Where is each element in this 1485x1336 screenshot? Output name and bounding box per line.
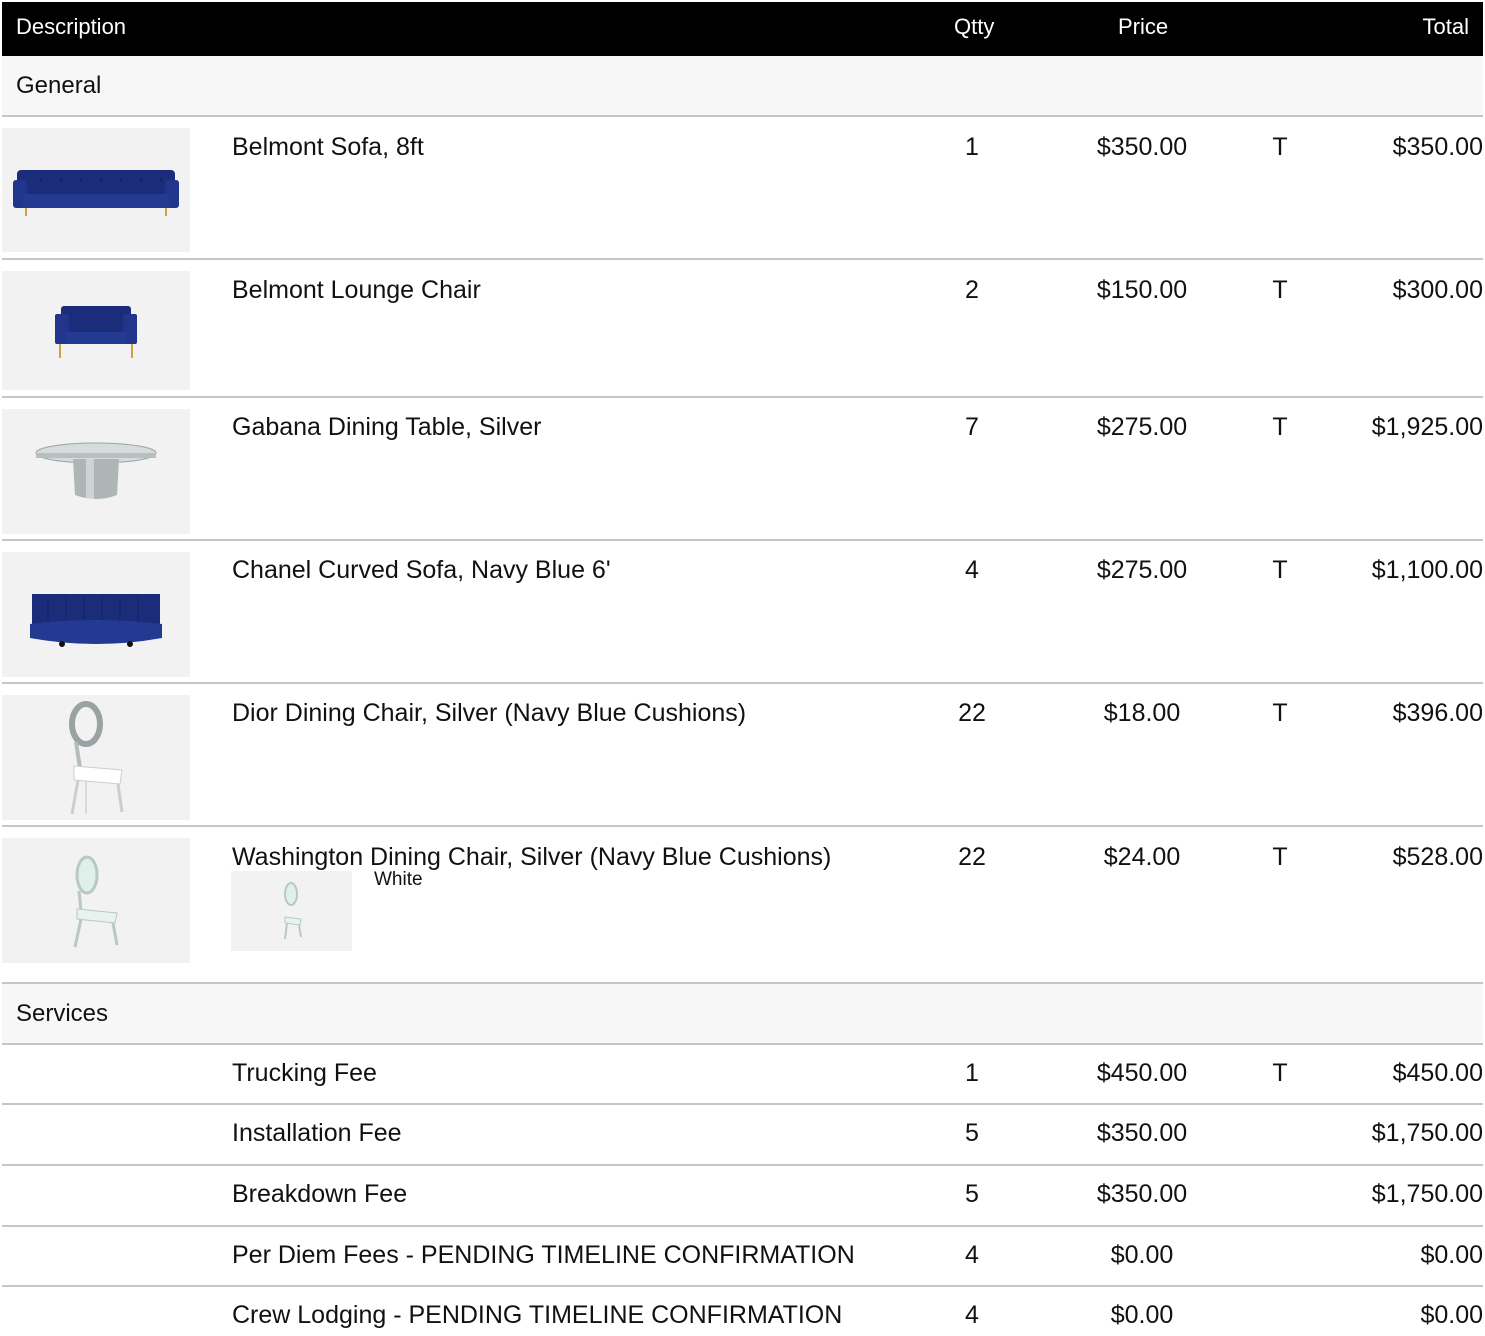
table-row: Trucking Fee 1 $450.00 T $450.00	[2, 1045, 1483, 1105]
item-description: Gabana Dining Table, Silver	[232, 413, 542, 441]
item-total: $1,100.00	[1371, 556, 1483, 584]
item-total: $396.00	[1392, 699, 1483, 727]
item-description: Installation Fee	[232, 1119, 402, 1147]
item-total: $450.00	[1392, 1059, 1483, 1087]
table-row: Crew Lodging - PENDING TIMELINE CONFIRMA…	[2, 1287, 1483, 1336]
item-price: $0.00	[1110, 1301, 1174, 1329]
silver-round-table-icon	[2, 409, 190, 534]
table-row: Belmont Lounge Chair 2 $150.00 T $300.00	[2, 260, 1483, 398]
item-description: Washington Dining Chair, Silver (Navy Bl…	[232, 843, 832, 871]
item-description: Dior Dining Chair, Silver (Navy Blue Cus…	[232, 699, 747, 727]
item-description: Per Diem Fees - PENDING TIMELINE CONFIRM…	[232, 1241, 855, 1269]
item-total: $0.00	[1420, 1241, 1483, 1269]
item-qty: 1	[965, 133, 979, 161]
item-total: $528.00	[1392, 843, 1483, 871]
item-price: $350.00	[1096, 1180, 1188, 1208]
item-price: $275.00	[1096, 556, 1188, 584]
navy-lounge-chair-icon	[2, 271, 190, 390]
item-option: White	[374, 869, 423, 890]
table-row: Gabana Dining Table, Silver 7 $275.00 T …	[2, 398, 1483, 541]
item-qty: 4	[965, 556, 979, 584]
item-tax: T	[1272, 699, 1288, 727]
section-general: General	[2, 56, 1483, 117]
section-title: General	[16, 72, 102, 99]
item-price: $18.00	[1103, 699, 1181, 727]
item-price: $350.00	[1096, 1119, 1188, 1147]
item-total: $350.00	[1392, 133, 1483, 161]
item-description: Belmont Sofa, 8ft	[232, 133, 424, 161]
table-row: Chanel Curved Sofa, Navy Blue 6' 4 $275.…	[2, 541, 1483, 684]
item-price: $150.00	[1096, 276, 1188, 304]
silver-dior-chair-icon	[2, 695, 190, 820]
item-description: Crew Lodging - PENDING TIMELINE CONFIRMA…	[232, 1301, 843, 1329]
item-qty: 2	[965, 276, 979, 304]
header-price: Price	[1118, 14, 1169, 39]
table-row: Dior Dining Chair, Silver (Navy Blue Cus…	[2, 684, 1483, 827]
item-description: Breakdown Fee	[232, 1180, 408, 1208]
navy-tufted-sofa-icon	[2, 128, 190, 252]
item-description: Trucking Fee	[232, 1059, 377, 1087]
item-tax: T	[1272, 843, 1288, 871]
silver-washington-chair-icon	[2, 838, 190, 963]
table-row: Washington Dining Chair, Silver (Navy Bl…	[2, 827, 1483, 984]
table-row: Per Diem Fees - PENDING TIMELINE CONFIRM…	[2, 1227, 1483, 1287]
item-total: $1,750.00	[1371, 1180, 1483, 1208]
item-price: $350.00	[1096, 133, 1188, 161]
item-qty: 22	[958, 699, 986, 727]
item-tax: T	[1272, 276, 1288, 304]
item-price: $450.00	[1096, 1059, 1188, 1087]
section-title: Services	[16, 1000, 109, 1027]
table-row: Installation Fee 5 $350.00 $1,750.00	[2, 1105, 1483, 1166]
item-total: $1,925.00	[1371, 413, 1483, 441]
option-chair-icon	[231, 871, 352, 951]
item-price: $275.00	[1096, 413, 1188, 441]
item-tax: T	[1272, 133, 1288, 161]
item-description: Chanel Curved Sofa, Navy Blue 6'	[232, 556, 611, 584]
navy-curved-sofa-icon	[2, 552, 190, 677]
item-qty: 5	[965, 1180, 979, 1208]
item-total: $1,750.00	[1371, 1119, 1483, 1147]
item-price: $24.00	[1103, 843, 1181, 871]
header-total: Total	[1422, 14, 1469, 39]
section-services: Services	[2, 984, 1483, 1045]
header-qty: Qtty	[954, 14, 995, 39]
table-header: Description Qtty Price Total	[2, 2, 1483, 56]
item-qty: 7	[965, 413, 979, 441]
item-price: $0.00	[1110, 1241, 1174, 1269]
item-description: Belmont Lounge Chair	[232, 276, 481, 304]
item-qty: 4	[965, 1241, 979, 1269]
item-qty: 4	[965, 1301, 979, 1329]
header-description: Description	[16, 14, 127, 39]
item-tax: T	[1272, 413, 1288, 441]
item-qty: 5	[965, 1119, 979, 1147]
item-tax: T	[1272, 1059, 1288, 1087]
table-row: Breakdown Fee 5 $350.00 $1,750.00	[2, 1166, 1483, 1227]
item-tax: T	[1272, 556, 1288, 584]
item-total: $0.00	[1420, 1301, 1483, 1329]
item-qty: 1	[965, 1059, 979, 1087]
item-qty: 22	[958, 843, 986, 871]
item-total: $300.00	[1392, 276, 1483, 304]
table-row: Belmont Sofa, 8ft 1 $350.00 T $350.00	[2, 117, 1483, 260]
